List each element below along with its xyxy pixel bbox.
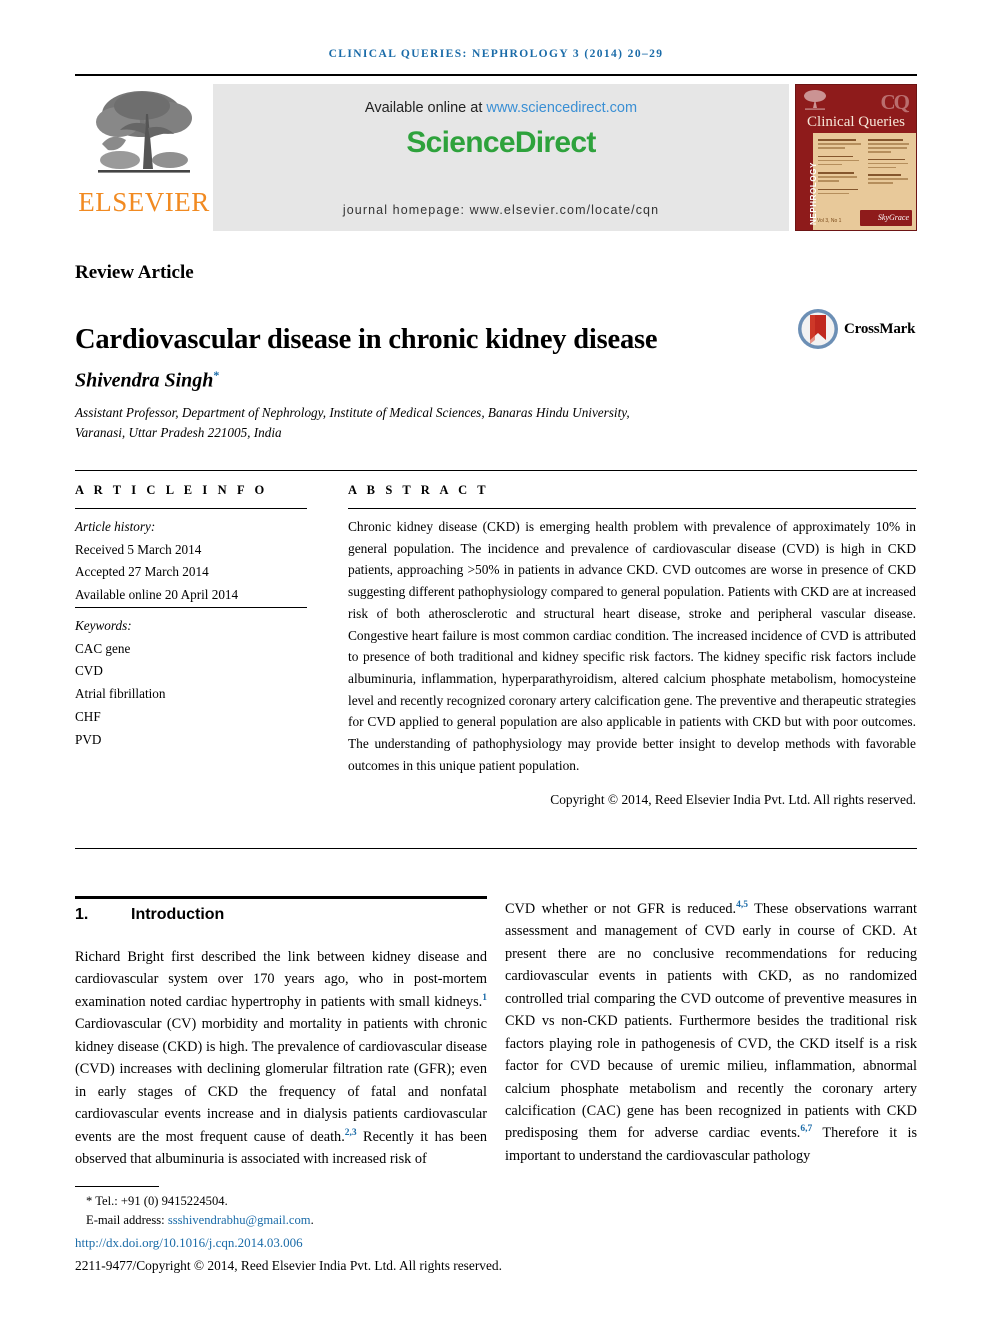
divider-below-abstract	[75, 848, 917, 849]
abstract-heading: A B S T R A C T	[348, 483, 490, 497]
footnote-email-link[interactable]: ssshivendrabhu@gmail.com	[168, 1213, 311, 1227]
cover-imprint-badge: SkyGrace	[860, 210, 912, 226]
article-type-label: Review Article	[75, 262, 194, 283]
cover-contents-lines	[818, 139, 912, 197]
divider-above-introduction	[75, 896, 487, 899]
crossmark-label: CrossMark	[844, 320, 916, 337]
keyword-item: CHF	[75, 708, 101, 724]
divider-keywords	[75, 607, 307, 608]
footnote-email-label: E-mail address:	[86, 1213, 165, 1228]
footnote-email: E-mail address: ssshivendrabhu@gmail.com…	[86, 1213, 314, 1228]
page-title: Cardiovascular disease in chronic kidney…	[75, 324, 658, 356]
elsevier-logo-block: ELSEVIER	[75, 76, 213, 216]
article-history-block: Article history: Received 5 March 2014 A…	[75, 516, 320, 607]
cover-journal-title: Clinical Queries	[807, 114, 905, 130]
section-title: Introduction	[131, 906, 225, 923]
crossmark-badge[interactable]: CrossMark	[797, 308, 915, 350]
cover-contents-panel: SkyGrace Vol 3, No 1	[813, 133, 916, 230]
author-corresponding-marker: *	[213, 368, 220, 382]
cover-issue-label: Vol 3, No 1	[817, 218, 842, 224]
affiliation-line-2: Varanasi, Uttar Pradesh 221005, India	[75, 425, 282, 441]
journal-masthead: ELSEVIER Available online at www.science…	[75, 74, 917, 248]
author-name-text: Shivendra Singh	[75, 369, 214, 392]
body-column-left: Richard Bright first described the link …	[75, 949, 488, 1167]
cover-elsevier-icon	[804, 90, 826, 110]
keyword-item: CVD	[75, 663, 103, 679]
section-number: 1.	[75, 906, 89, 923]
footnote-block: * Tel.: +91 (0) 9415224504. E-mail addre…	[75, 1192, 635, 1230]
keyword-item: CAC gene	[75, 640, 131, 656]
divider-abstract	[348, 508, 916, 509]
doi-link[interactable]: http://dx.doi.org/10.1016/j.cqn.2014.03.…	[75, 1235, 303, 1251]
keyword-item: PVD	[75, 731, 102, 747]
body-column-right: CVD whether or not GFR is reduced.4,5 Th…	[505, 900, 918, 1164]
abstract-text: Chronic kidney disease (CKD) is emerging…	[348, 519, 916, 773]
keyword-item: Atrial fibrillation	[75, 686, 166, 702]
available-online-prefix: Available online at	[364, 100, 487, 116]
footnote-tel-text: Tel.: +91 (0) 9415224504.	[95, 1194, 228, 1208]
author-affiliation: Assistant Professor, Department of Nephr…	[75, 403, 755, 444]
elsevier-wordmark: ELSEVIER	[78, 187, 210, 217]
journal-homepage-line[interactable]: journal homepage: www.elsevier.com/locat…	[213, 203, 789, 217]
available-online-line: Available online at www.sciencedirect.co…	[213, 84, 789, 116]
running-head: CLINICAL QUERIES: NEPHROLOGY 3 (2014) 20…	[328, 48, 664, 60]
cover-cq-monogram: CQ	[880, 90, 910, 114]
affiliation-line-1: Assistant Professor, Department of Nephr…	[75, 405, 630, 420]
section-heading-introduction: 1. Introduction	[75, 906, 224, 924]
article-info-heading: A R T I C L E I N F O	[75, 483, 268, 497]
article-history-received: Received 5 March 2014	[75, 541, 202, 557]
footnote-tel: * Tel.: +91 (0) 9415224504.	[75, 1192, 635, 1211]
sciencedirect-url-link[interactable]: www.sciencedirect.com	[486, 100, 637, 116]
footnote-divider	[75, 1186, 159, 1187]
issn-copyright-line: 2211-9477/Copyright © 2014, Reed Elsevie…	[75, 1258, 502, 1273]
author-name: Shivendra Singh*	[75, 368, 219, 393]
journal-cover-thumbnail: CQ Clinical Queries SkyGrace Vol 3, No 1…	[795, 84, 917, 231]
cover-imprint-label: SkyGrace	[877, 213, 909, 222]
sciencedirect-band: Available online at www.sciencedirect.co…	[213, 84, 789, 231]
abstract-copyright: Copyright © 2014, Reed Elsevier India Pv…	[550, 792, 916, 808]
article-history-online: Available online 20 April 2014	[75, 587, 239, 603]
crossmark-icon	[798, 309, 838, 349]
footnote-asterisk: *	[86, 1194, 93, 1208]
abstract-block: Chronic kidney disease (CKD) is emerging…	[348, 516, 916, 811]
keywords-label: Keywords:	[75, 618, 132, 633]
elsevier-tree-icon	[96, 91, 192, 173]
cover-spine: NEPHROLOGY	[796, 133, 818, 230]
keywords-block: Keywords: CAC gene CVD Atrial fibrillati…	[75, 615, 320, 751]
article-history-label: Article history:	[75, 519, 156, 534]
sciencedirect-wordmark: ScienceDirect	[406, 126, 596, 159]
cover-spine-label: NEPHROLOGY	[809, 162, 818, 225]
divider-article-info	[75, 508, 307, 509]
article-history-accepted: Accepted 27 March 2014	[75, 564, 209, 580]
divider-above-article-info	[75, 470, 917, 471]
